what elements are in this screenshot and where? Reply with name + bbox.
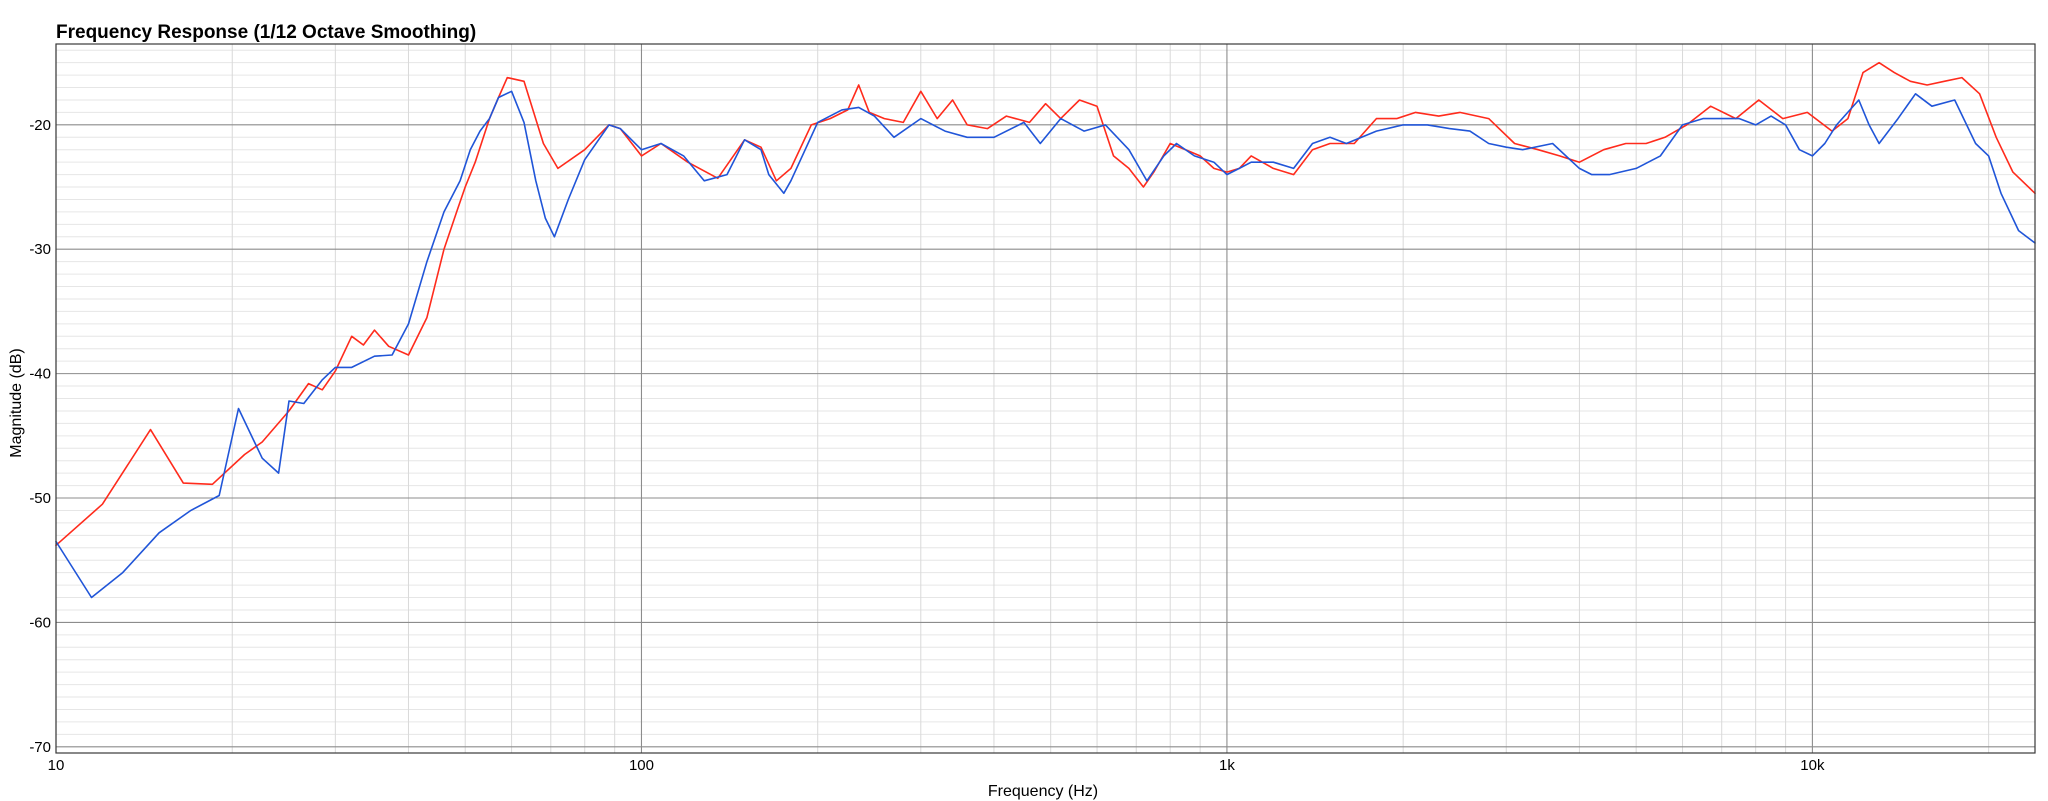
x-tick-label: 10 bbox=[48, 757, 65, 774]
y-tick-label: -70 bbox=[29, 739, 51, 756]
x-axis-label: Frequency (Hz) bbox=[988, 783, 1098, 800]
y-tick-label: -30 bbox=[29, 241, 51, 258]
chart-canvas: -70 -60 -50 -40 -30 -20 10 100 1k 10k Frequency R… bbox=[0, 0, 2048, 801]
x-tick-label: 10k bbox=[1800, 757, 1825, 774]
frequency-response-chart: -70 -60 -50 -40 -30 -20 10 100 1k 10k Frequency R… bbox=[0, 0, 2048, 801]
chart-title: Frequency Response (1/12 Octave Smoothin… bbox=[56, 22, 476, 43]
y-axis-label: Magnitude (dB) bbox=[8, 348, 25, 457]
y-tick-label: -20 bbox=[29, 117, 51, 134]
y-tick-label: -40 bbox=[29, 366, 51, 383]
x-tick-label: 100 bbox=[629, 757, 654, 774]
y-tick-label: -50 bbox=[29, 490, 51, 507]
y-tick-label: -60 bbox=[29, 614, 51, 631]
x-tick-label: 1k bbox=[1219, 757, 1235, 774]
